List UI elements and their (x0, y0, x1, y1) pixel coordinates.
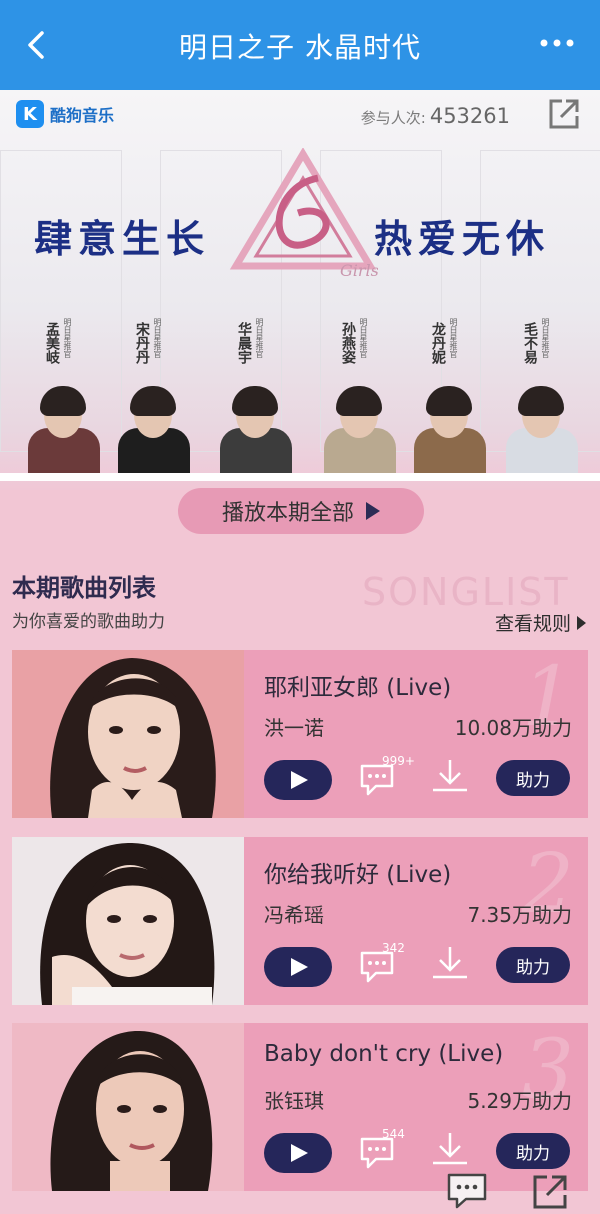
judge-role: 明日星推官 (359, 318, 368, 358)
song-card: 2 你给我听好 (Live) 冯希瑶 7.35万助力 342 助力 (12, 837, 588, 1005)
artist-name: 张钰琪 (264, 1089, 324, 1113)
judge-role: 明日星推官 (153, 318, 162, 358)
page-title: 明日之子 水晶时代 (179, 31, 421, 64)
participants-label: 参与人次: (360, 109, 426, 127)
floating-share-icon[interactable] (530, 1172, 570, 1212)
song-title[interactable]: Baby don't cry (Live) (264, 1041, 503, 1067)
artist-photo (12, 837, 244, 1005)
view-rules-link[interactable]: 查看规则 (495, 609, 586, 636)
play-triangle-icon (366, 502, 380, 520)
logo-text: 酷狗音乐 (50, 106, 115, 125)
top-nav-bar: 明日之子 水晶时代 (0, 0, 600, 90)
download-icon[interactable] (430, 1129, 470, 1169)
kugou-logo: K 酷狗音乐 (16, 100, 114, 128)
participants-number: 453261 (429, 104, 510, 128)
boost-button[interactable]: 助力 (496, 1133, 570, 1169)
judge-name: 毛不易 (522, 322, 538, 364)
participant-count: 参与人次: 453261 (361, 104, 510, 128)
vote-count: 5.29万助力 (467, 1089, 572, 1113)
share-icon[interactable] (546, 96, 582, 132)
boost-button[interactable]: 助力 (496, 947, 570, 983)
judge-card: 宋丹丹 明日星推官 (112, 300, 202, 480)
chevron-right-icon (577, 615, 586, 630)
comment-count: 342 (382, 941, 405, 955)
songlist-watermark: SONGLIST (362, 570, 570, 614)
song-card: 3 Baby don't cry (Live) 张钰琪 5.29万助力 544 … (12, 1023, 588, 1191)
song-card: 1 耶利亚女郎 (Live) 洪一诺 10.08万助力 999+ 助力 (12, 650, 588, 818)
download-icon[interactable] (430, 943, 470, 983)
judge-role: 明日星推官 (63, 318, 72, 358)
play-all-button[interactable]: 播放本期全部 (178, 488, 424, 534)
judge-card: 孙燕姿 明日星推官 (318, 300, 408, 480)
judge-card: 毛不易 明日星推官 (500, 300, 590, 480)
play-button[interactable] (264, 947, 332, 987)
comment-count: 544 (382, 1127, 405, 1141)
emblem-caption: Girls (340, 261, 378, 278)
comment-count: 999+ (382, 754, 415, 768)
songlist-subtitle: 为你喜爱的歌曲助力 (12, 612, 165, 632)
download-icon[interactable] (430, 756, 470, 796)
judge-hair (40, 386, 86, 416)
judges-desk (0, 473, 600, 481)
judge-name: 宋丹丹 (134, 322, 150, 364)
slogan-left: 肆意生长 (34, 216, 211, 261)
judge-role: 明日星推官 (541, 318, 550, 358)
show-emblem-icon: Girls (229, 148, 378, 278)
judge-name: 龙丹妮 (430, 322, 446, 364)
artist-photo (12, 650, 244, 818)
vote-count: 7.35万助力 (467, 903, 572, 927)
judge-name: 孙燕姿 (340, 322, 356, 364)
artist-name: 洪一诺 (264, 716, 324, 740)
judge-hair (426, 386, 472, 416)
song-title[interactable]: 你给我听好 (Live) (264, 855, 451, 889)
judge-hair (336, 386, 382, 416)
judge-name: 华晨宇 (236, 322, 252, 364)
judge-role: 明日星推官 (255, 318, 264, 358)
kugou-k-icon: K (16, 100, 44, 128)
play-button[interactable] (264, 760, 332, 800)
play-all-label: 播放本期全部 (221, 501, 354, 526)
judge-card: 华晨宇 明日星推官 (214, 300, 304, 480)
judge-card: 孟美岐 明日星推官 (22, 300, 112, 480)
floating-comment-icon[interactable] (446, 1172, 488, 1210)
artist-photo (12, 1023, 244, 1191)
boost-button[interactable]: 助力 (496, 760, 570, 796)
judge-card: 龙丹妮 明日星推官 (408, 300, 498, 480)
more-options-icon[interactable] (540, 36, 574, 50)
judge-hair (130, 386, 176, 416)
play-button[interactable] (264, 1133, 332, 1173)
judge-name: 孟美岐 (44, 322, 60, 364)
song-title[interactable]: 耶利亚女郎 (Live) (264, 668, 451, 702)
vote-count: 10.08万助力 (454, 716, 572, 740)
judge-role: 明日星推官 (449, 318, 458, 358)
artist-name: 冯希瑶 (264, 903, 324, 927)
judge-hair (232, 386, 278, 416)
rules-label: 查看规则 (494, 613, 571, 635)
judge-hair (518, 386, 564, 416)
judges-row: 孟美岐 明日星推官 宋丹丹 明日星推官 华晨宇 明日星推官 孙燕姿 明日星推官 … (0, 300, 600, 480)
slogan-right: 热爱无休 (374, 216, 551, 261)
songlist-title: 本期歌曲列表 (12, 574, 156, 602)
